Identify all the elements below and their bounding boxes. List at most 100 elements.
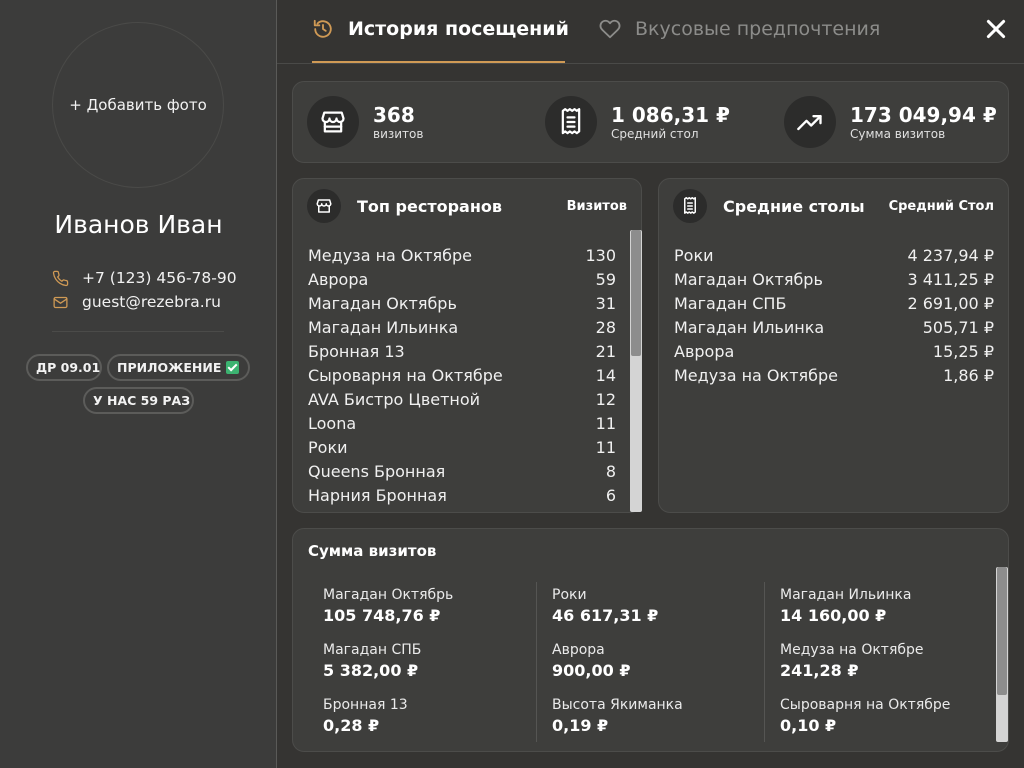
list-item-value: 31 [595, 294, 616, 313]
list-item-value: 4 237,94 ₽ [907, 246, 994, 265]
visits-count-tag: У НАС 59 РАЗ [83, 387, 194, 414]
close-icon[interactable] [983, 16, 1009, 42]
list-item: Магадан Ильинка 505,71 ₽ [674, 316, 994, 340]
list-item-name: Бронная 13 [308, 342, 405, 361]
list-item-value: 11 [595, 414, 616, 433]
add-photo-button[interactable]: + Добавить фото [52, 22, 224, 188]
visit-sum-item: Роки 46 617,31 ₽ [552, 585, 658, 627]
visit-sum-restaurant: Сыроварня на Октябре [780, 697, 951, 713]
visit-sum-amount: 900,00 ₽ [552, 661, 631, 680]
list-item-value: 3 411,25 ₽ [907, 270, 994, 289]
list-item: Магадан Ильинка 28 [308, 316, 616, 340]
trend-up-icon [797, 115, 822, 131]
store-icon [316, 199, 332, 213]
receipt-icon [561, 108, 581, 135]
list-item: Магадан СПБ 2 691,00 ₽ [674, 292, 994, 316]
list-item-name: Аврора [308, 270, 369, 289]
stat-visits-sum-value: 173 049,94 ₽ [850, 102, 997, 127]
column-divider [536, 582, 537, 742]
visit-sum-item: Магадан Ильинка 14 160,00 ₽ [780, 585, 911, 627]
guest-sidebar: + Добавить фото Иванов Иван +7 (123) 456… [0, 0, 277, 768]
list-item-value: 28 [595, 318, 616, 337]
visit-sum-item: Магадан СПБ 5 382,00 ₽ [323, 640, 421, 682]
visit-sum-restaurant: Аврора [552, 642, 605, 658]
visit-sum-amount: 105 748,76 ₽ [323, 606, 441, 625]
list-item-name: Медуза на Октябре [674, 366, 838, 385]
birthday-tag-label: ДР 09.01 [36, 360, 101, 375]
list-item: Медуза на Октябре 1,86 ₽ [674, 364, 994, 388]
visit-sum-item: Бронная 13 0,28 ₽ [323, 695, 408, 737]
list-item-value: 15,25 ₽ [932, 342, 994, 361]
visit-sum-restaurant: Медуза на Октябре [780, 642, 924, 658]
top-restaurants-list: Медуза на Октябре 130 Аврора 59 Магадан Октя… [308, 244, 616, 508]
list-item-name: Магадан Ильинка [674, 318, 825, 337]
visit-sum-item: Медуза на Октябре 241,28 ₽ [780, 640, 924, 682]
visit-sum-restaurant: Магадан Ильинка [780, 587, 912, 603]
visit-sum-restaurant: Высота Якиманка [552, 697, 683, 713]
top-restaurants-scroll-thumb[interactable] [631, 230, 641, 356]
mail-icon [53, 296, 68, 308]
list-item-name: Магадан Октябрь [674, 270, 823, 289]
list-item-value: 8 [605, 462, 616, 481]
visit-sum-amount: 0,19 ₽ [552, 716, 609, 735]
guest-phone[interactable]: +7 (123) 456-78-90 [52, 269, 237, 287]
tab-taste-preferences[interactable]: Вкусовые предпочтения [599, 18, 880, 40]
list-item-value: 21 [595, 342, 616, 361]
app-tag: ПРИЛОЖЕНИЕ [107, 354, 250, 381]
stat-visits-value: 368 [373, 102, 415, 127]
store-icon-wrap [307, 96, 359, 148]
list-item-name: Роки [674, 246, 714, 265]
store-icon [321, 111, 345, 133]
visit-sum-amount: 0,10 ₽ [780, 716, 837, 735]
tab-visit-history[interactable]: История посещений [312, 18, 569, 40]
list-item-value: 11 [595, 438, 616, 457]
visit-sum-item: Аврора 900,00 ₽ [552, 640, 630, 682]
list-item: Нарния Бронная 6 [308, 484, 616, 508]
header-divider [277, 63, 1024, 64]
history-icon [313, 19, 332, 38]
trend-up-icon-wrap [784, 96, 836, 148]
app-tag-label: ПРИЛОЖЕНИЕ [117, 360, 222, 375]
stats-summary-card: 368 визитов 1 086,31 ₽ Средний стол 173 … [292, 81, 1009, 163]
heart-icon [599, 19, 621, 39]
list-item-value: 130 [585, 246, 616, 265]
visit-sum-amount: 14 160,00 ₽ [780, 606, 887, 625]
stat-average-check-label: Средний стол [611, 126, 699, 141]
list-item: Магадан Октябрь 3 411,25 ₽ [674, 268, 994, 292]
list-item-value: 505,71 ₽ [922, 318, 994, 337]
list-item-value: 6 [605, 486, 616, 505]
list-item: Бронная 13 21 [308, 340, 616, 364]
list-item-name: Сыроварня на Октябре [308, 366, 503, 385]
checkmark-icon [226, 361, 240, 374]
tab-visit-history-label: История посещений [348, 18, 569, 40]
visit-sum-restaurant: Роки [552, 587, 587, 603]
visit-sums-scroll-thumb[interactable] [997, 567, 1007, 695]
list-item-value: 2 691,00 ₽ [907, 294, 994, 313]
phone-text: +7 (123) 456-78-90 [82, 269, 237, 287]
list-item-name: Медуза на Октябре [308, 246, 472, 265]
visit-sum-restaurant: Бронная 13 [323, 697, 408, 713]
stat-average-check: 1 086,31 ₽ Средний стол [545, 96, 730, 148]
list-item-name: Магадан Октябрь [308, 294, 457, 313]
top-restaurants-card: Топ ресторанов Визитов Медуза на Октябре… [292, 178, 642, 513]
guest-name: Иванов Иван [54, 210, 223, 239]
stat-visits-sum: 173 049,94 ₽ Сумма визитов [784, 96, 997, 148]
stat-average-check-value: 1 086,31 ₽ [611, 102, 730, 127]
list-item: Роки 11 [308, 436, 616, 460]
sidebar-divider [52, 331, 224, 332]
visit-sum-amount: 5 382,00 ₽ [323, 661, 419, 680]
list-item-value: 12 [595, 390, 616, 409]
list-item-name: Магадан СПБ [674, 294, 787, 313]
visit-sum-amount: 241,28 ₽ [780, 661, 859, 680]
top-restaurants-column-header: Визитов [566, 198, 627, 214]
list-item-value: 1,86 ₽ [943, 366, 994, 385]
list-item-name: Нарния Бронная [308, 486, 447, 505]
guest-email[interactable]: guest@rezebra.ru [52, 293, 221, 311]
visit-sum-item: Магадан Октябрь 105 748,76 ₽ [323, 585, 453, 627]
receipt-icon-wrap-small [673, 189, 707, 223]
list-item-name: Queens Бронная [308, 462, 446, 481]
guest-profile-modal: + Добавить фото Иванов Иван +7 (123) 456… [0, 0, 1024, 768]
average-tables-card: Средние столы Средний Стол Роки 4 237,94 … [658, 178, 1009, 513]
visits-count-tag-label: У НАС 59 РАЗ [93, 393, 191, 408]
list-item: Queens Бронная 8 [308, 460, 616, 484]
